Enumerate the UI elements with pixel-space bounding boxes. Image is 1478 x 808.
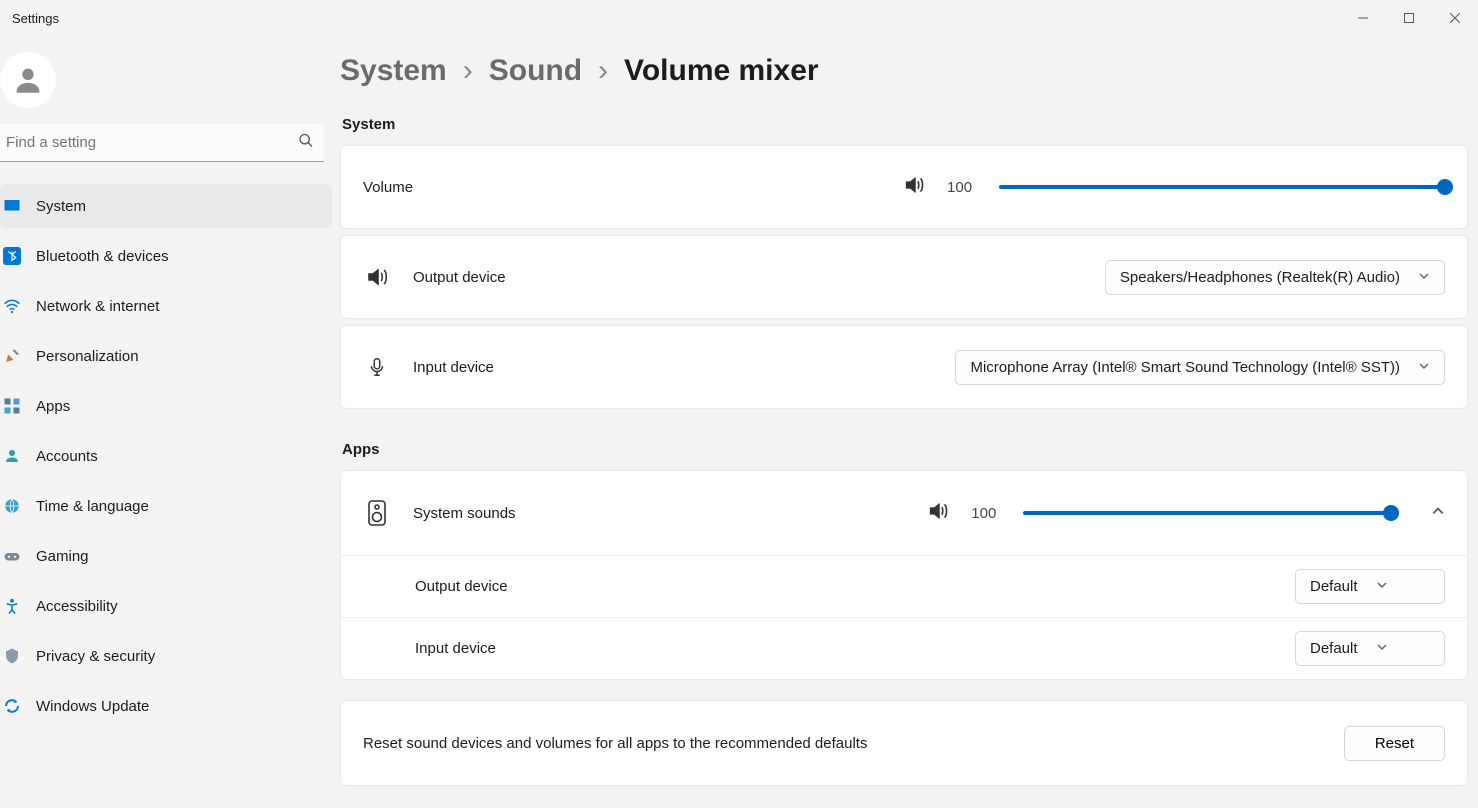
chevron-right-icon: › <box>463 54 473 88</box>
app-output-dropdown[interactable]: Default <box>1295 569 1445 604</box>
maximize-button[interactable] <box>1386 0 1432 36</box>
nav-label: Windows Update <box>36 698 149 715</box>
dropdown-value: Speakers/Headphones (Realtek(R) Audio) <box>1120 269 1400 286</box>
sidebar-item-accounts[interactable]: Accounts <box>0 434 332 478</box>
breadcrumb-system[interactable]: System <box>340 54 447 88</box>
sidebar-item-privacy[interactable]: Privacy & security <box>0 634 332 678</box>
search-icon <box>298 133 314 154</box>
sidebar-item-system[interactable]: System <box>0 184 332 228</box>
nav-label: Accessibility <box>36 598 118 615</box>
chevron-down-icon <box>1376 578 1388 595</box>
search-box[interactable] <box>0 124 324 162</box>
reset-button[interactable]: Reset <box>1344 726 1445 761</box>
close-button[interactable] <box>1432 0 1478 36</box>
system-sounds-icon <box>363 499 391 527</box>
nav-list: System Bluetooth & devices Network & int… <box>0 184 332 734</box>
volume-card: Volume 100 <box>340 145 1468 229</box>
main-content: System › Sound › Volume mixer System Vol… <box>340 36 1478 808</box>
nav-label: Bluetooth & devices <box>36 248 169 265</box>
volume-icon[interactable] <box>903 174 925 201</box>
breadcrumb-sound[interactable]: Sound <box>489 54 582 88</box>
nav-label: Network & internet <box>36 298 159 315</box>
sidebar-item-bluetooth[interactable]: Bluetooth & devices <box>0 234 332 278</box>
breadcrumb: System › Sound › Volume mixer <box>340 54 1468 88</box>
search-input[interactable] <box>0 124 324 162</box>
time-language-icon <box>2 496 22 516</box>
titlebar: Settings <box>0 0 1478 36</box>
microphone-icon <box>363 356 391 378</box>
sidebar-item-network[interactable]: Network & internet <box>0 284 332 328</box>
reset-label: Reset sound devices and volumes for all … <box>363 735 867 752</box>
volume-value: 100 <box>947 179 977 196</box>
volume-slider[interactable] <box>999 177 1445 197</box>
app-input-dropdown[interactable]: Default <box>1295 631 1445 666</box>
app-input-label: Input device <box>415 640 496 657</box>
personalization-icon <box>2 346 22 366</box>
collapse-button[interactable] <box>1431 504 1445 523</box>
system-sounds-slider[interactable] <box>1023 503 1391 523</box>
bluetooth-icon <box>2 246 22 266</box>
nav-label: Privacy & security <box>36 648 155 665</box>
nav-label: Accounts <box>36 448 98 465</box>
system-sounds-label: System sounds <box>413 505 516 522</box>
volume-label: Volume <box>363 179 413 196</box>
privacy-icon <box>2 646 22 666</box>
system-icon <box>2 196 22 216</box>
input-device-card: Input device Microphone Array (Intel® Sm… <box>340 325 1468 409</box>
network-icon <box>2 296 22 316</box>
accounts-icon <box>2 446 22 466</box>
sidebar-item-windows-update[interactable]: Windows Update <box>0 684 332 728</box>
sidebar-item-accessibility[interactable]: Accessibility <box>0 584 332 628</box>
volume-icon[interactable] <box>927 500 949 527</box>
nav-label: System <box>36 198 86 215</box>
nav-label: Time & language <box>36 498 149 515</box>
input-device-dropdown[interactable]: Microphone Array (Intel® Smart Sound Tec… <box>955 350 1445 385</box>
nav-label: Gaming <box>36 548 89 565</box>
section-title-system: System <box>342 116 1468 133</box>
dropdown-value: Microphone Array (Intel® Smart Sound Tec… <box>970 359 1400 376</box>
nav-label: Personalization <box>36 348 139 365</box>
chevron-down-icon <box>1418 269 1430 286</box>
reset-card: Reset sound devices and volumes for all … <box>340 700 1468 786</box>
output-device-dropdown[interactable]: Speakers/Headphones (Realtek(R) Audio) <box>1105 260 1445 295</box>
chevron-right-icon: › <box>598 54 608 88</box>
system-sounds-volume-value: 100 <box>971 505 1001 522</box>
sidebar-item-gaming[interactable]: Gaming <box>0 534 332 578</box>
window-title: Settings <box>12 11 59 26</box>
sidebar: System Bluetooth & devices Network & int… <box>0 36 340 808</box>
sidebar-item-time-language[interactable]: Time & language <box>0 484 332 528</box>
section-title-apps: Apps <box>342 441 1468 458</box>
windows-update-icon <box>2 696 22 716</box>
app-output-label: Output device <box>415 578 508 595</box>
gaming-icon <box>2 546 22 566</box>
avatar[interactable] <box>0 52 56 108</box>
breadcrumb-current: Volume mixer <box>624 54 819 88</box>
minimize-button[interactable] <box>1340 0 1386 36</box>
window-controls <box>1340 0 1478 36</box>
sidebar-item-personalization[interactable]: Personalization <box>0 334 332 378</box>
chevron-down-icon <box>1376 640 1388 657</box>
output-device-label: Output device <box>413 269 506 286</box>
input-device-label: Input device <box>413 359 494 376</box>
output-device-card: Output device Speakers/Headphones (Realt… <box>340 235 1468 319</box>
dropdown-value: Default <box>1310 578 1358 595</box>
accessibility-icon <box>2 596 22 616</box>
dropdown-value: Default <box>1310 640 1358 657</box>
sidebar-item-apps[interactable]: Apps <box>0 384 332 428</box>
system-sounds-card: System sounds 100 Output device Default <box>340 470 1468 680</box>
apps-icon <box>2 396 22 416</box>
speaker-icon <box>363 265 391 289</box>
chevron-down-icon <box>1418 359 1430 376</box>
nav-label: Apps <box>36 398 70 415</box>
